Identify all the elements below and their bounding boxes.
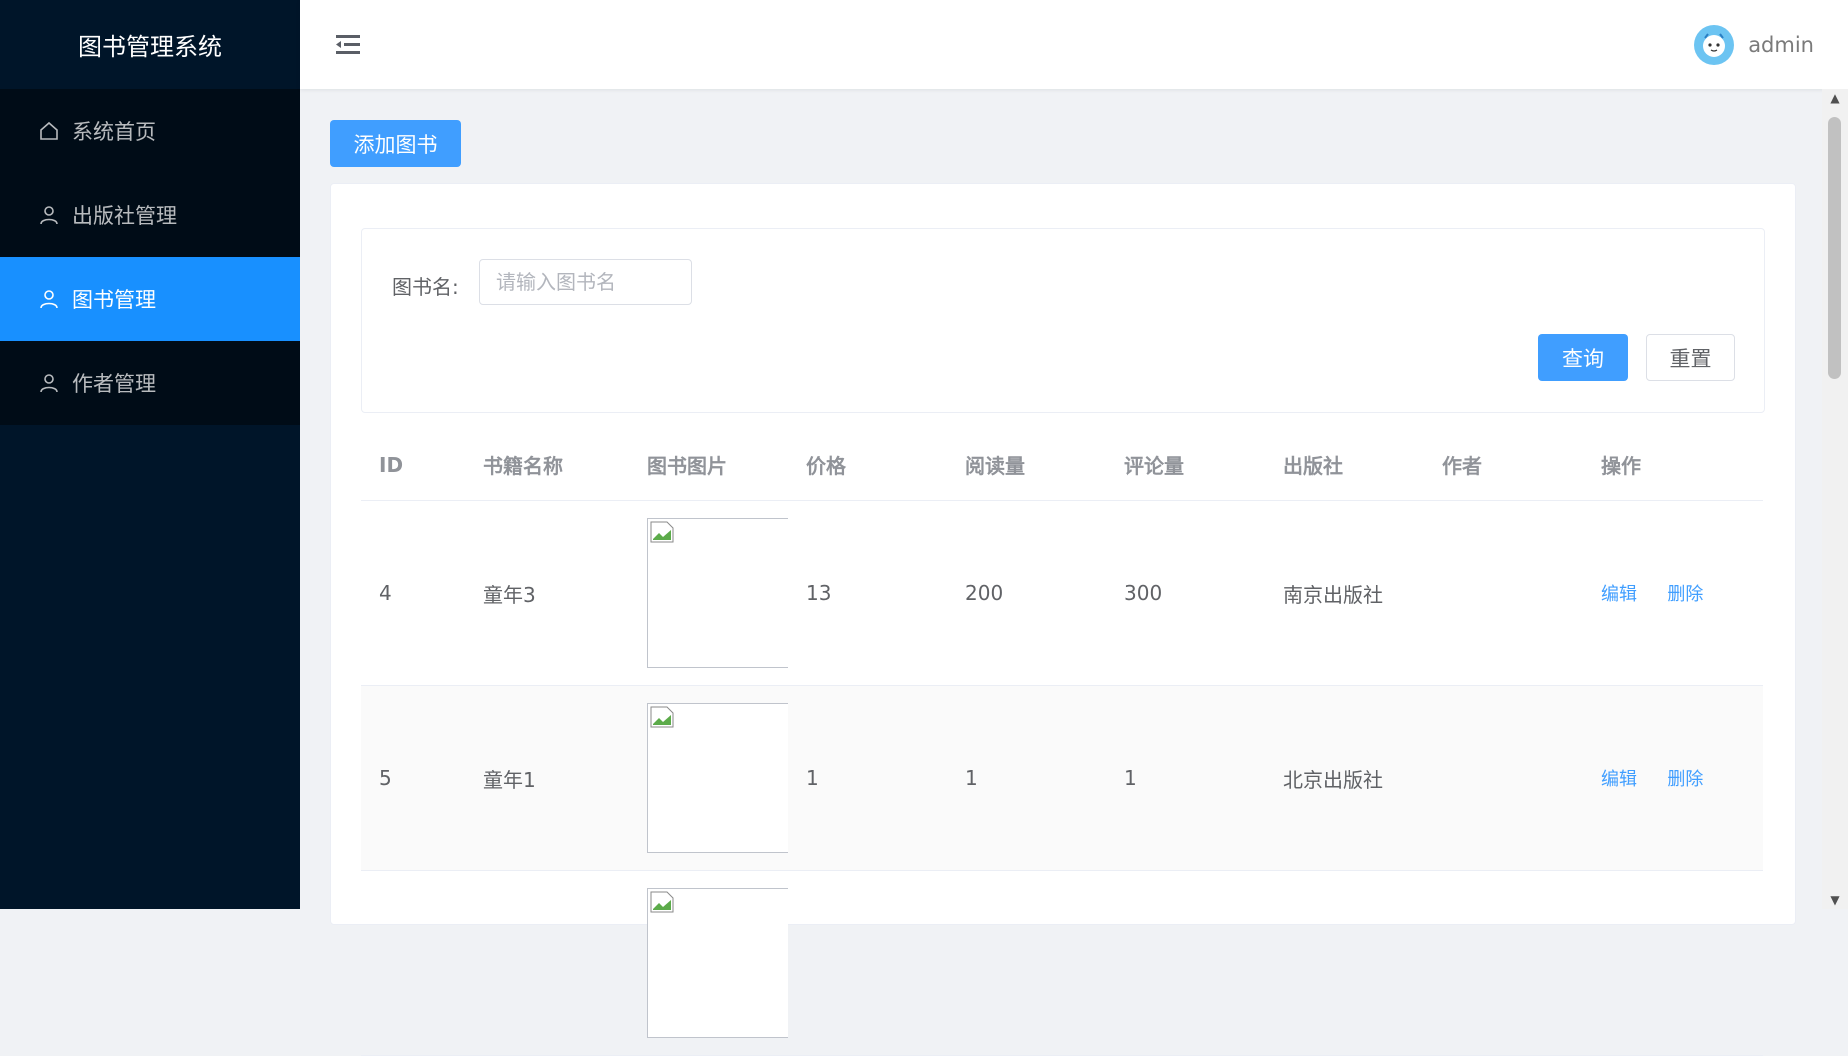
sidebar-item-label: 作者管理 <box>72 372 156 396</box>
sidebar-item-authors[interactable]: 作者管理 <box>0 341 300 425</box>
user-icon <box>36 286 62 312</box>
book-name-input[interactable] <box>479 259 692 305</box>
sidebar-menu: 系统首页 出版社管理 图书管理 作者管理 <box>0 89 300 425</box>
cell-reads: 200 <box>965 581 1004 605</box>
add-book-button[interactable]: 添加图书 <box>330 120 461 167</box>
cell-price: 1 <box>806 766 819 790</box>
table-row: 4 童年3 13 200 300 南京出版社 编辑 删除 <box>361 501 1763 686</box>
table-row <box>361 871 1763 1056</box>
sidebar-item-label: 出版社管理 <box>72 204 177 228</box>
book-image <box>647 703 788 853</box>
main-content: 添加图书 图书名: 查询 重置 ID 书籍名称 图书图片 价格 阅读量 评论量 … <box>300 89 1822 1056</box>
broken-image-icon <box>650 521 674 543</box>
table-header: ID 书籍名称 图书图片 价格 阅读量 评论量 出版社 作者 操作 <box>361 429 1763 501</box>
scroll-up-arrow-icon[interactable]: ▲ <box>1822 89 1848 107</box>
sidebar-item-label: 图书管理 <box>72 288 156 312</box>
cell-name: 童年3 <box>483 582 536 607</box>
column-header: 阅读量 <box>965 454 1025 478</box>
app-title: 图书管理系统 <box>0 0 300 89</box>
column-header: 价格 <box>806 454 846 478</box>
cell-comments: 1 <box>1124 766 1137 790</box>
column-header: 出版社 <box>1283 454 1343 478</box>
delete-link[interactable]: 删除 <box>1667 580 1703 606</box>
broken-image-icon <box>650 706 674 728</box>
cell-publisher: 北京出版社 <box>1283 767 1383 792</box>
column-header: 操作 <box>1601 454 1641 478</box>
user-icon <box>36 370 62 396</box>
top-header: admin <box>300 0 1848 89</box>
vertical-scrollbar[interactable]: ▲ ▼ <box>1822 89 1848 909</box>
sidebar-item-books[interactable]: 图书管理 <box>0 257 300 341</box>
scroll-thumb[interactable] <box>1828 117 1841 379</box>
scroll-down-arrow-icon[interactable]: ▼ <box>1822 891 1848 909</box>
user-icon <box>36 202 62 228</box>
sidebar-item-label: 系统首页 <box>72 120 156 144</box>
book-table: ID 书籍名称 图书图片 价格 阅读量 评论量 出版社 作者 操作 4 童年3 <box>361 429 1763 1056</box>
cell-image <box>629 888 788 1038</box>
cell-image <box>629 703 788 853</box>
cell-comments: 300 <box>1124 581 1163 605</box>
collapse-menu-icon[interactable] <box>334 30 364 60</box>
broken-image-icon <box>650 891 674 913</box>
column-header: 书籍名称 <box>483 454 563 478</box>
cell-name: 童年1 <box>483 767 536 792</box>
table-row: 5 童年1 1 1 1 北京出版社 编辑 删除 <box>361 686 1763 871</box>
column-header: 评论量 <box>1124 454 1184 478</box>
query-button[interactable]: 查询 <box>1538 334 1628 381</box>
cell-price: 13 <box>806 581 832 605</box>
sidebar: 图书管理系统 系统首页 出版社管理 图书管理 作者管理 <box>0 0 300 909</box>
delete-link[interactable]: 删除 <box>1667 765 1703 791</box>
cell-image <box>629 518 788 668</box>
cell-actions: 编辑 删除 <box>1583 580 1763 606</box>
cell-actions: 编辑 删除 <box>1583 765 1763 791</box>
username[interactable]: admin <box>1748 33 1814 57</box>
sidebar-item-publisher[interactable]: 出版社管理 <box>0 173 300 257</box>
edit-link[interactable]: 编辑 <box>1601 765 1637 791</box>
reset-button[interactable]: 重置 <box>1646 334 1735 381</box>
book-name-label: 图书名: <box>392 275 459 299</box>
avatar[interactable] <box>1694 24 1735 65</box>
column-header: 图书图片 <box>647 454 727 478</box>
book-list-card: 图书名: 查询 重置 ID 书籍名称 图书图片 价格 阅读量 评论量 出版社 作… <box>330 183 1796 1056</box>
sidebar-item-home[interactable]: 系统首页 <box>0 89 300 173</box>
book-image <box>647 518 788 668</box>
edit-link[interactable]: 编辑 <box>1601 580 1637 606</box>
book-image <box>647 888 788 1038</box>
user-menu[interactable]: admin <box>1694 24 1814 65</box>
cell-id: 5 <box>379 766 392 790</box>
column-header: ID <box>379 452 404 477</box>
cell-id: 4 <box>379 581 392 605</box>
cell-reads: 1 <box>965 766 978 790</box>
search-form: 图书名: 查询 重置 <box>361 228 1765 413</box>
home-icon <box>36 118 62 144</box>
cell-publisher: 南京出版社 <box>1283 582 1383 607</box>
column-header: 作者 <box>1442 454 1482 478</box>
